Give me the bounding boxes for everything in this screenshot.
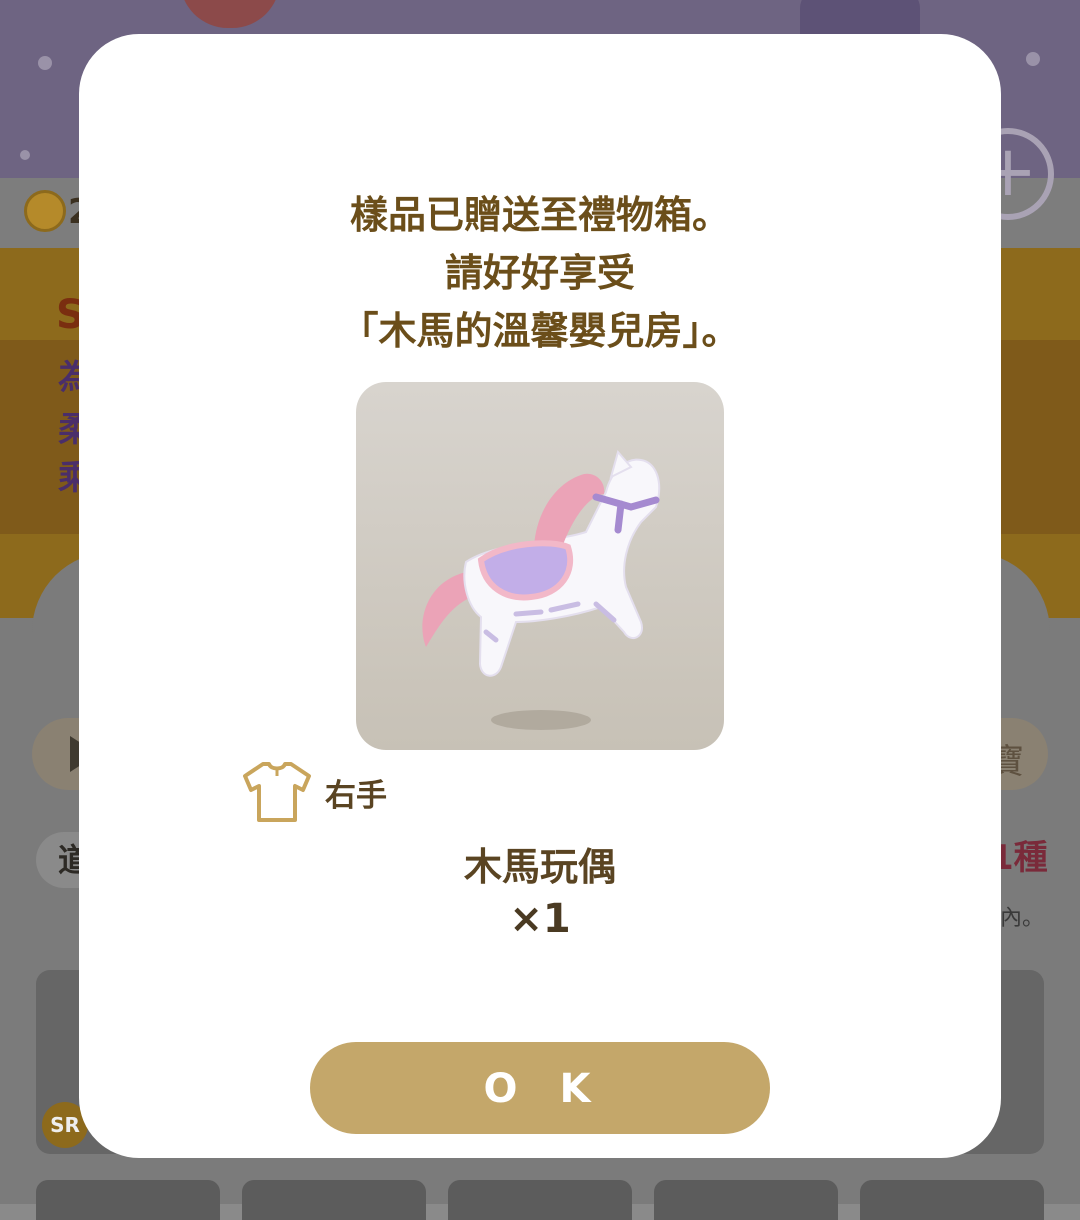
gift-received-dialog: 樣品已贈送至禮物箱。 請好好享受 「木馬的溫馨嬰兒房」。 右手 木馬玩偶 ×1 …	[79, 34, 1001, 1158]
background-tile[interactable]	[860, 1180, 1044, 1220]
ok-button[interactable]: O K	[310, 1042, 770, 1134]
message-line-3: 「木馬的溫馨嬰兒房」。	[340, 309, 740, 353]
background-tile[interactable]	[448, 1180, 632, 1220]
background-tile[interactable]	[242, 1180, 426, 1220]
background-note-text: 內。	[1000, 906, 1045, 931]
dialog-message: 樣品已贈送至禮物箱。 請好好享受 「木馬的溫馨嬰兒房」。	[79, 186, 1001, 360]
item-quantity: ×1	[509, 896, 571, 942]
category-label: 右手	[325, 777, 387, 814]
item-name: 木馬玩偶	[463, 845, 616, 889]
item-image	[356, 382, 724, 750]
coin-icon	[24, 190, 66, 232]
message-line-1: 樣品已贈送至禮物箱。	[349, 193, 730, 237]
item-category: 右手	[241, 760, 387, 824]
message-line-2: 請好好享受	[444, 251, 635, 295]
shirt-icon	[243, 762, 311, 822]
background-tile[interactable]	[36, 1180, 220, 1220]
background-tile[interactable]	[654, 1180, 838, 1220]
rocking-horse-toy-image	[422, 449, 661, 730]
